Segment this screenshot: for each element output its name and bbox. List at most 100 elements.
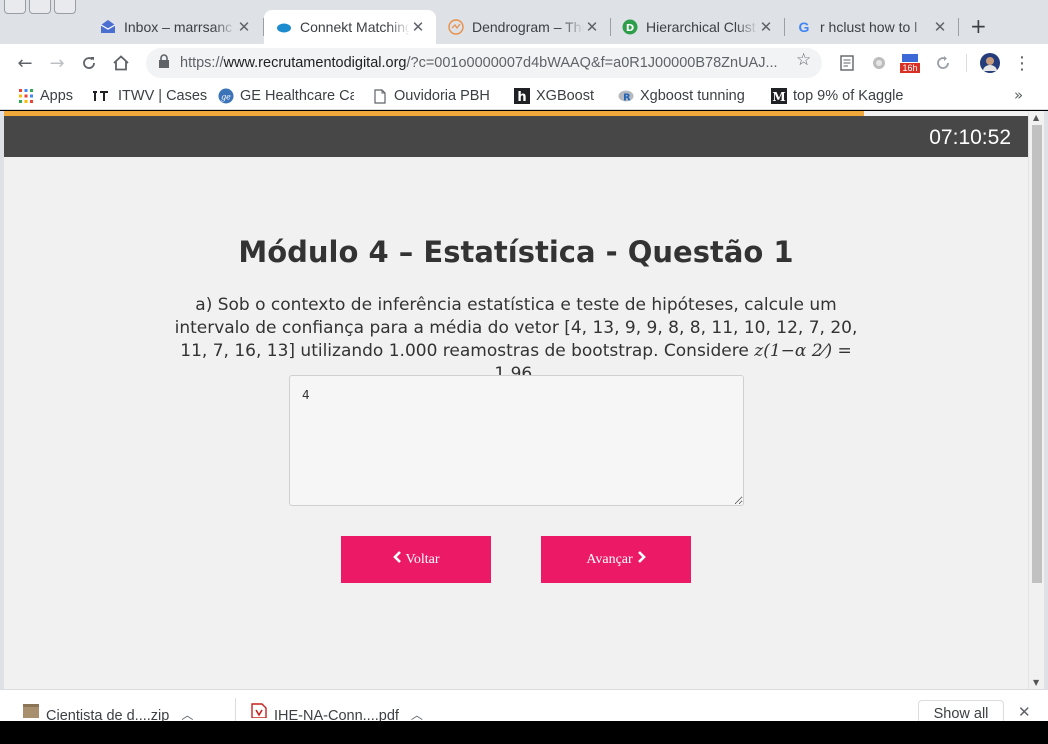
- download-filename: Cientista de d....zip: [46, 708, 170, 721]
- window-close-button[interactable]: [4, 0, 26, 14]
- close-icon[interactable]: ✕: [236, 18, 252, 36]
- bookmark-label: top 9% of Kaggle: [793, 88, 904, 104]
- archive-file-icon: [22, 696, 40, 721]
- tab-title: Connekt Matching: [300, 19, 410, 35]
- d-circle-icon: D: [622, 19, 638, 35]
- window-minimize-button[interactable]: [29, 0, 51, 14]
- home-icon[interactable]: [110, 52, 132, 74]
- h-logo-icon: h: [514, 88, 530, 104]
- screen-bottom-edge: [0, 721, 1048, 744]
- browser-toolbar: ← → https://www.recrutamentodigital.org /…: [0, 44, 1048, 82]
- close-icon[interactable]: ✕: [932, 18, 948, 36]
- window-frame-right: [1044, 111, 1048, 689]
- r-logo-icon: R: [618, 88, 634, 104]
- close-icon[interactable]: ✕: [758, 18, 774, 36]
- bookmark-apps[interactable]: Apps: [18, 86, 73, 106]
- address-bar[interactable]: https://www.recrutamentodigital.org/?c=0…: [146, 48, 822, 78]
- bookmarks-bar: Apps ITWV | Cases ge GE Healthcare Ca Ou…: [0, 82, 1048, 110]
- mail-icon: [100, 19, 116, 35]
- bookmark-star-icon[interactable]: ☆: [796, 50, 811, 70]
- toolbar-divider: [966, 54, 967, 72]
- window-maximize-button[interactable]: [54, 0, 76, 14]
- apps-grid-icon: [18, 88, 34, 104]
- tab-title: Dendrogram – The: [472, 19, 584, 35]
- show-all-downloads-button[interactable]: Show all: [918, 700, 1004, 721]
- tab-title: Hierarchical Clust: [646, 19, 756, 35]
- back-button[interactable]: Voltar: [341, 536, 491, 583]
- menu-kebab-icon[interactable]: ⋮: [1011, 52, 1033, 74]
- it-logo-icon: [92, 88, 112, 104]
- svg-text:R: R: [623, 92, 631, 103]
- bookmark-label: GE Healthcare Ca: [240, 88, 354, 104]
- svg-text:ge: ge: [221, 93, 231, 102]
- page-scrollbar[interactable]: ▲ ▼: [1028, 111, 1044, 689]
- question-title: Módulo 4 – Estatística - Questão 1: [238, 235, 794, 269]
- bookmark-itwv[interactable]: ITWV | Cases: [92, 86, 207, 106]
- question-formula: z(1−α 2⁄): [754, 341, 833, 361]
- circle-extension-icon[interactable]: [868, 52, 890, 74]
- tab-connekt[interactable]: Connekt Matching ✕: [264, 10, 436, 44]
- url-path: /?c=001o0000007d4bWAAQ&f=a0R1J00000B78Zn…: [406, 55, 778, 71]
- scroll-down-arrow-icon[interactable]: ▼: [1033, 678, 1039, 687]
- question-text: a) Sob o contexto de inferência estatíst…: [170, 294, 862, 386]
- sync-extension-icon[interactable]: [932, 52, 954, 74]
- bookmark-kaggle[interactable]: M top 9% of Kaggle: [771, 86, 909, 106]
- tab-hierarchical[interactable]: D Hierarchical Clust ✕: [610, 12, 784, 42]
- url-scheme: https://: [180, 55, 224, 71]
- page-viewport: 07:10:52 Módulo 4 – Estatística - Questã…: [4, 111, 1028, 689]
- bookmarks-overflow-icon[interactable]: »: [1014, 86, 1023, 104]
- back-icon[interactable]: ←: [14, 52, 36, 74]
- google-icon: G: [796, 19, 812, 35]
- close-icon[interactable]: ✕: [584, 18, 600, 36]
- download-separator: [235, 698, 236, 721]
- page-icon: [372, 88, 388, 104]
- tab-google-search[interactable]: G r hclust how to l ✕: [784, 12, 958, 42]
- ge-logo-icon: ge: [218, 88, 234, 104]
- forward-icon[interactable]: →: [46, 52, 68, 74]
- url-host: www.recrutamentodigital.org: [223, 55, 407, 71]
- tab-dendrogram[interactable]: Dendrogram – The ✕: [436, 12, 610, 42]
- svg-text:G: G: [799, 19, 810, 35]
- bookmark-label: XGBoost: [536, 88, 595, 104]
- profile-avatar[interactable]: [979, 52, 1001, 74]
- tab-title: Inbox – marrsanc: [124, 19, 233, 35]
- tab-inbox[interactable]: Inbox – marrsanc ✕: [88, 12, 262, 42]
- dendrogram-icon: [448, 19, 464, 35]
- timer-header: 07:10:52: [4, 116, 1028, 157]
- reload-icon[interactable]: [78, 52, 100, 74]
- next-button[interactable]: Avançar: [541, 536, 691, 583]
- download-shelf: Cientista de d....zip ︿ IHE-NA-Conn....p…: [0, 689, 1048, 721]
- scroll-up-arrow-icon[interactable]: ▲: [1033, 113, 1039, 122]
- salesforce-cloud-icon: [276, 19, 292, 35]
- tab-title: r hclust how to l: [820, 19, 918, 35]
- chevron-up-icon[interactable]: ︿: [181, 696, 193, 721]
- calendar-extension-icon[interactable]: 16h: [899, 52, 921, 74]
- tab-separator: [958, 18, 959, 36]
- svg-text:D: D: [626, 23, 634, 34]
- close-icon[interactable]: ✕: [410, 18, 426, 36]
- extension-badge: 16h: [900, 63, 920, 73]
- download-filename: IHE-NA-Conn....pdf: [274, 708, 399, 721]
- bookmark-ouvidoria[interactable]: Ouvidoria PBH: [372, 86, 490, 106]
- document-extension-icon[interactable]: [836, 52, 858, 74]
- new-tab-button[interactable]: +: [970, 14, 987, 38]
- answer-textarea[interactable]: [289, 375, 744, 506]
- bookmark-label: Ouvidoria PBH: [394, 88, 490, 104]
- bookmark-ge-healthcare[interactable]: ge GE Healthcare Ca: [218, 86, 354, 106]
- pdf-file-icon: [250, 696, 268, 721]
- countdown-timer: 07:10:52: [929, 126, 1011, 149]
- bookmark-label: Xgboost tunning: [640, 88, 745, 104]
- download-item-zip[interactable]: Cientista de d....zip ︿: [22, 696, 193, 721]
- lock-icon: [158, 54, 170, 72]
- chevron-left-icon: [392, 551, 402, 568]
- svg-text:h: h: [517, 90, 526, 104]
- next-button-label: Avançar: [586, 551, 633, 567]
- bookmark-xgboost-tunning[interactable]: R Xgboost tunning: [618, 86, 756, 106]
- medium-logo-icon: M: [771, 88, 787, 104]
- chevron-up-icon[interactable]: ︿: [411, 696, 423, 721]
- download-item-pdf[interactable]: IHE-NA-Conn....pdf ︿: [250, 696, 423, 721]
- chevron-right-icon: [637, 551, 646, 568]
- close-icon[interactable]: ✕: [1018, 703, 1031, 721]
- scroll-thumb[interactable]: [1032, 125, 1042, 583]
- bookmark-xgboost[interactable]: h XGBoost: [514, 86, 594, 106]
